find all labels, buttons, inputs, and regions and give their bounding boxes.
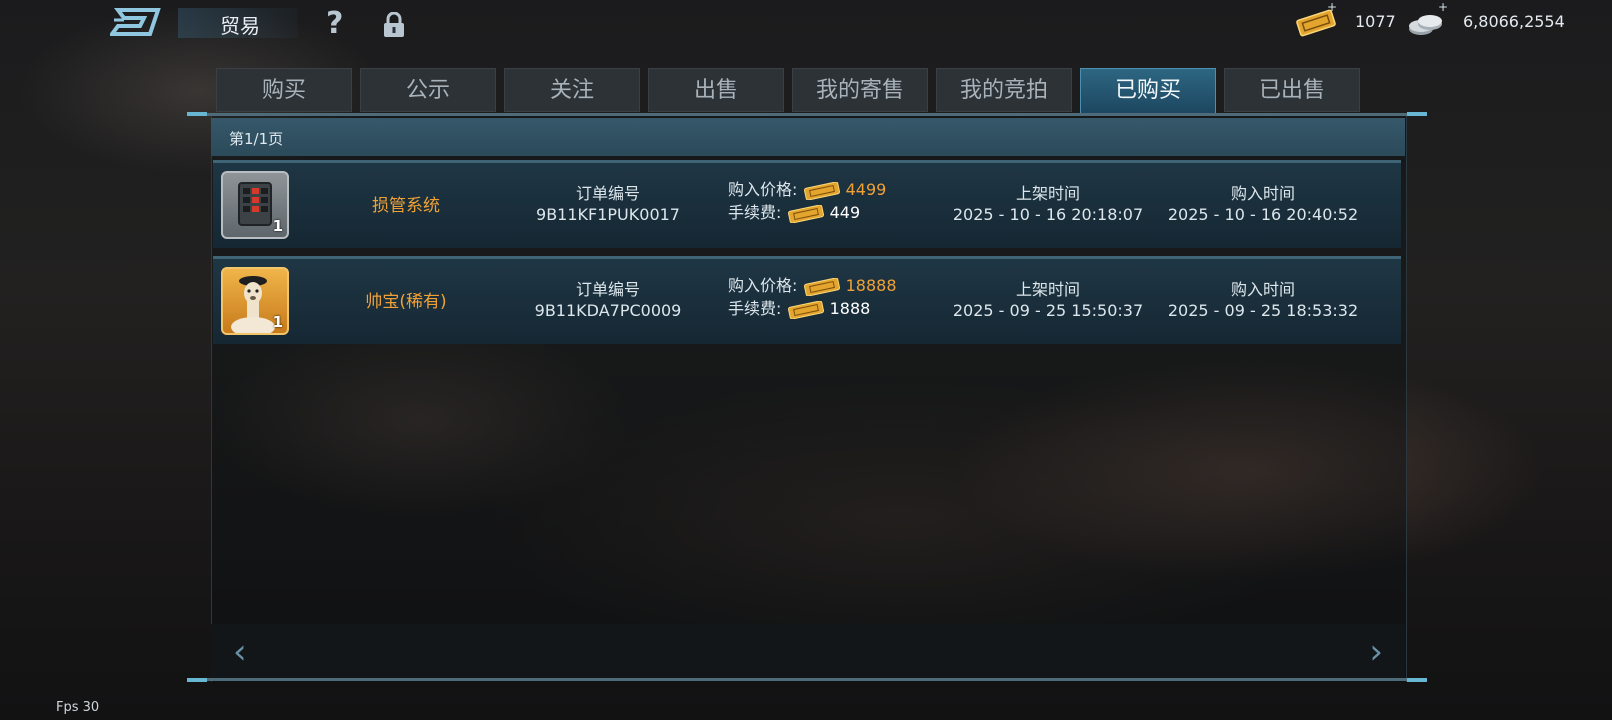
purchase-price-label: 购入价格: <box>728 276 798 295</box>
order-number-label: 订单编号 <box>575 184 640 203</box>
list-item[interactable]: 1 损管系统 订单编号 9B11KF1PUK0017 购入价格: 4499 手续… <box>213 160 1401 248</box>
next-page-button[interactable]: › <box>1369 632 1383 672</box>
fee-label: 手续费: <box>728 299 782 318</box>
purchase-price: 4499 <box>845 180 887 199</box>
listing-time-column: 上架时间 2025 - 09 - 25 15:50:37 <box>948 279 1148 321</box>
listing-time-label: 上架时间 <box>1015 280 1080 299</box>
order-number: 9B11KDA7PC0009 <box>534 301 682 320</box>
item-thumbnail[interactable]: 1 <box>221 267 289 337</box>
item-name: 损管系统 <box>372 196 440 216</box>
ticket-add-button[interactable]: + <box>1327 0 1337 14</box>
price-column: 购入价格: 4499 手续费: 449 <box>728 179 948 225</box>
listing-time-label: 上架时间 <box>1015 184 1080 203</box>
ticket-count: 1077 <box>1355 12 1396 31</box>
ticket-currency-icon <box>787 300 824 319</box>
ticket-currency-icon <box>803 181 840 200</box>
tab-purchased[interactable]: 已购买 <box>1080 68 1216 115</box>
ticket-currency-icon <box>787 204 824 223</box>
tab-sold[interactable]: 已出售 <box>1224 68 1360 112</box>
order-number-column: 订单编号 9B11KDA7PC0009 <box>513 279 703 321</box>
tab-sell[interactable]: 出售 <box>648 68 784 112</box>
panel-corner-cap <box>1407 678 1427 682</box>
game-logo-icon <box>110 8 161 36</box>
fee-amount: 449 <box>829 203 861 222</box>
lock-icon[interactable] <box>382 12 406 38</box>
tab-buy[interactable]: 购买 <box>216 68 352 112</box>
purchase-time-column: 购入时间 2025 - 09 - 25 18:53:32 <box>1163 279 1363 321</box>
listing-time-column: 上架时间 2025 - 10 - 16 20:18:07 <box>948 183 1148 225</box>
coin-add-button[interactable]: + <box>1438 0 1448 14</box>
panel-corner-cap <box>187 678 207 682</box>
purchase-time-label: 购入时间 <box>1230 184 1295 203</box>
tab-my-auction[interactable]: 我的竞拍 <box>936 68 1072 112</box>
top-bar: 贸易 ? + 1077 + 6,8066,2554 <box>0 0 1612 50</box>
purchase-time-column: 购入时间 2025 - 10 - 16 20:40:52 <box>1163 183 1363 225</box>
fee-amount: 1888 <box>829 299 871 318</box>
help-icon[interactable]: ? <box>326 6 343 41</box>
coin-count: 6,8066,2554 <box>1463 12 1565 31</box>
panel-bottom-border <box>187 678 1427 681</box>
purchase-time: 2025 - 10 - 16 20:40:52 <box>1167 205 1359 224</box>
tab-follow[interactable]: 关注 <box>504 68 640 112</box>
list-item[interactable]: 1 帅宝(稀有) 订单编号 9B11KDA7PC0009 购入价格: 18888… <box>213 256 1401 344</box>
page-indicator-bar: 第1/1页 <box>211 118 1405 156</box>
tab-announce[interactable]: 公示 <box>360 68 496 112</box>
ticket-currency-icon <box>803 277 840 296</box>
panel-corner-cap <box>1407 112 1427 116</box>
prev-page-button[interactable]: ‹ <box>233 632 247 672</box>
purchase-price: 18888 <box>845 276 897 295</box>
tab-my-consignment[interactable]: 我的寄售 <box>792 68 928 112</box>
order-number: 9B11KF1PUK0017 <box>536 205 680 224</box>
listing-time: 2025 - 10 - 16 20:18:07 <box>952 205 1144 224</box>
price-column: 购入价格: 18888 手续费: 1888 <box>728 275 948 321</box>
item-name: 帅宝(稀有) <box>365 292 447 312</box>
purchase-price-label: 购入价格: <box>728 180 798 199</box>
order-number-label: 订单编号 <box>575 280 640 299</box>
listing-time: 2025 - 09 - 25 15:50:37 <box>952 301 1144 320</box>
order-number-column: 订单编号 9B11KF1PUK0017 <box>513 183 703 225</box>
item-thumbnail[interactable]: 1 <box>221 171 289 239</box>
page-title: 贸易 <box>220 14 260 38</box>
panel-corner-cap <box>187 112 207 116</box>
page-indicator: 第1/1页 <box>229 130 284 148</box>
purchase-time: 2025 - 09 - 25 18:53:32 <box>1167 301 1359 320</box>
silver-coin-icon <box>1409 15 1442 35</box>
fps-counter: Fps 30 <box>56 700 100 715</box>
item-quantity: 1 <box>272 217 283 235</box>
item-quantity: 1 <box>272 313 283 331</box>
fee-label: 手续费: <box>728 203 782 222</box>
purchase-time-label: 购入时间 <box>1230 280 1295 299</box>
pagination-bar: ‹ › <box>211 624 1405 678</box>
